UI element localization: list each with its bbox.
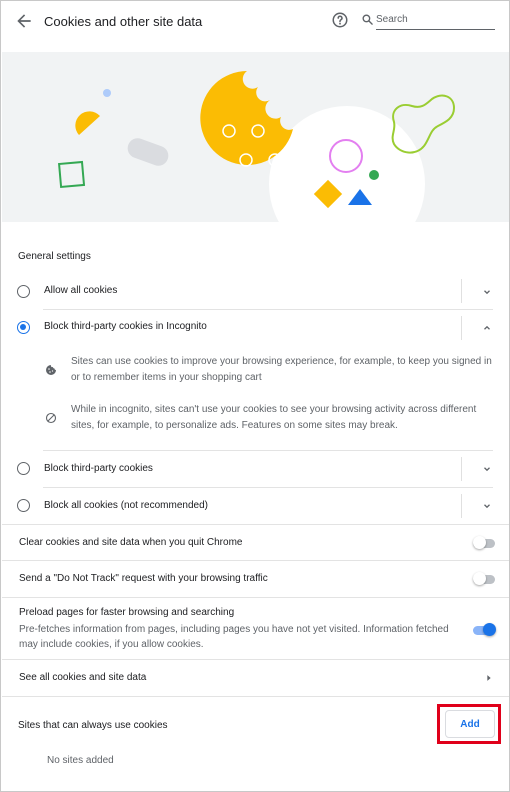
radio-button[interactable]	[17, 462, 30, 475]
setting-label: Send a "Do Not Track" request with your …	[19, 573, 268, 584]
chevron-down-icon[interactable]	[482, 501, 492, 511]
incognito-detail-block: While in incognito, sites can't use your…	[71, 404, 477, 431]
option-block-third-party[interactable]: Block third-party cookies	[2, 451, 509, 487]
chevron-right-icon	[487, 675, 491, 681]
block-icon	[45, 412, 57, 424]
toggle-do-not-track[interactable]	[473, 572, 496, 585]
setting-do-not-track[interactable]: Send a "Do Not Track" request with your …	[2, 561, 509, 597]
setting-label: Preload pages for faster browsing and se…	[19, 607, 235, 618]
search-input[interactable]	[376, 9, 495, 30]
incognito-detail-cookies: Sites can use cookies to improve your br…	[71, 356, 492, 383]
cookies-illustration	[2, 52, 509, 222]
setting-description: Pre-fetches information from pages, incl…	[19, 624, 449, 650]
always-allow-heading: Sites that can always use cookies	[18, 720, 168, 731]
page-title: Cookies and other site data	[44, 14, 203, 29]
see-all-cookies-link[interactable]: See all cookies and site data	[2, 660, 509, 696]
option-label: Block third-party cookies	[44, 463, 153, 474]
chevron-down-icon[interactable]	[482, 464, 492, 474]
page-header: Cookies and other site data	[1, 1, 509, 41]
option-block-third-party-incognito[interactable]: Block third-party cookies in Incognito	[2, 310, 509, 346]
option-block-all-cookies[interactable]: Block all cookies (not recommended)	[2, 488, 509, 524]
help-icon[interactable]	[331, 11, 349, 29]
divider	[461, 457, 462, 481]
divider	[2, 696, 509, 697]
no-sites-message: No sites added	[47, 755, 114, 766]
divider	[461, 494, 462, 518]
chevron-up-icon[interactable]	[482, 323, 492, 333]
divider	[461, 316, 462, 340]
radio-button[interactable]	[17, 285, 30, 298]
add-site-button[interactable]: Add	[445, 710, 495, 738]
divider	[461, 279, 462, 303]
setting-clear-on-exit[interactable]: Clear cookies and site data when you qui…	[2, 525, 509, 560]
search-box[interactable]	[361, 9, 495, 31]
setting-label: Clear cookies and site data when you qui…	[19, 537, 243, 548]
radio-button[interactable]	[17, 499, 30, 512]
cookie-icon	[46, 365, 56, 375]
setting-preload-pages[interactable]: Preload pages for faster browsing and se…	[2, 598, 509, 659]
option-label: Block third-party cookies in Incognito	[44, 321, 207, 332]
back-arrow-icon[interactable]	[14, 11, 34, 31]
chevron-down-icon[interactable]	[482, 287, 492, 297]
option-allow-all-cookies[interactable]: Allow all cookies	[2, 273, 509, 309]
general-settings-heading: General settings	[18, 251, 91, 262]
search-icon	[362, 14, 373, 25]
option-label: Allow all cookies	[44, 285, 118, 296]
see-all-label: See all cookies and site data	[19, 672, 147, 683]
illustration-graphic	[57, 71, 456, 222]
toggle-clear-on-exit[interactable]	[473, 536, 496, 549]
option-label: Block all cookies (not recommended)	[44, 500, 208, 511]
settings-page: Cookies and other site data Search Gener…	[0, 0, 510, 792]
toggle-preload-pages[interactable]	[473, 623, 496, 636]
radio-button-selected[interactable]	[17, 321, 30, 334]
